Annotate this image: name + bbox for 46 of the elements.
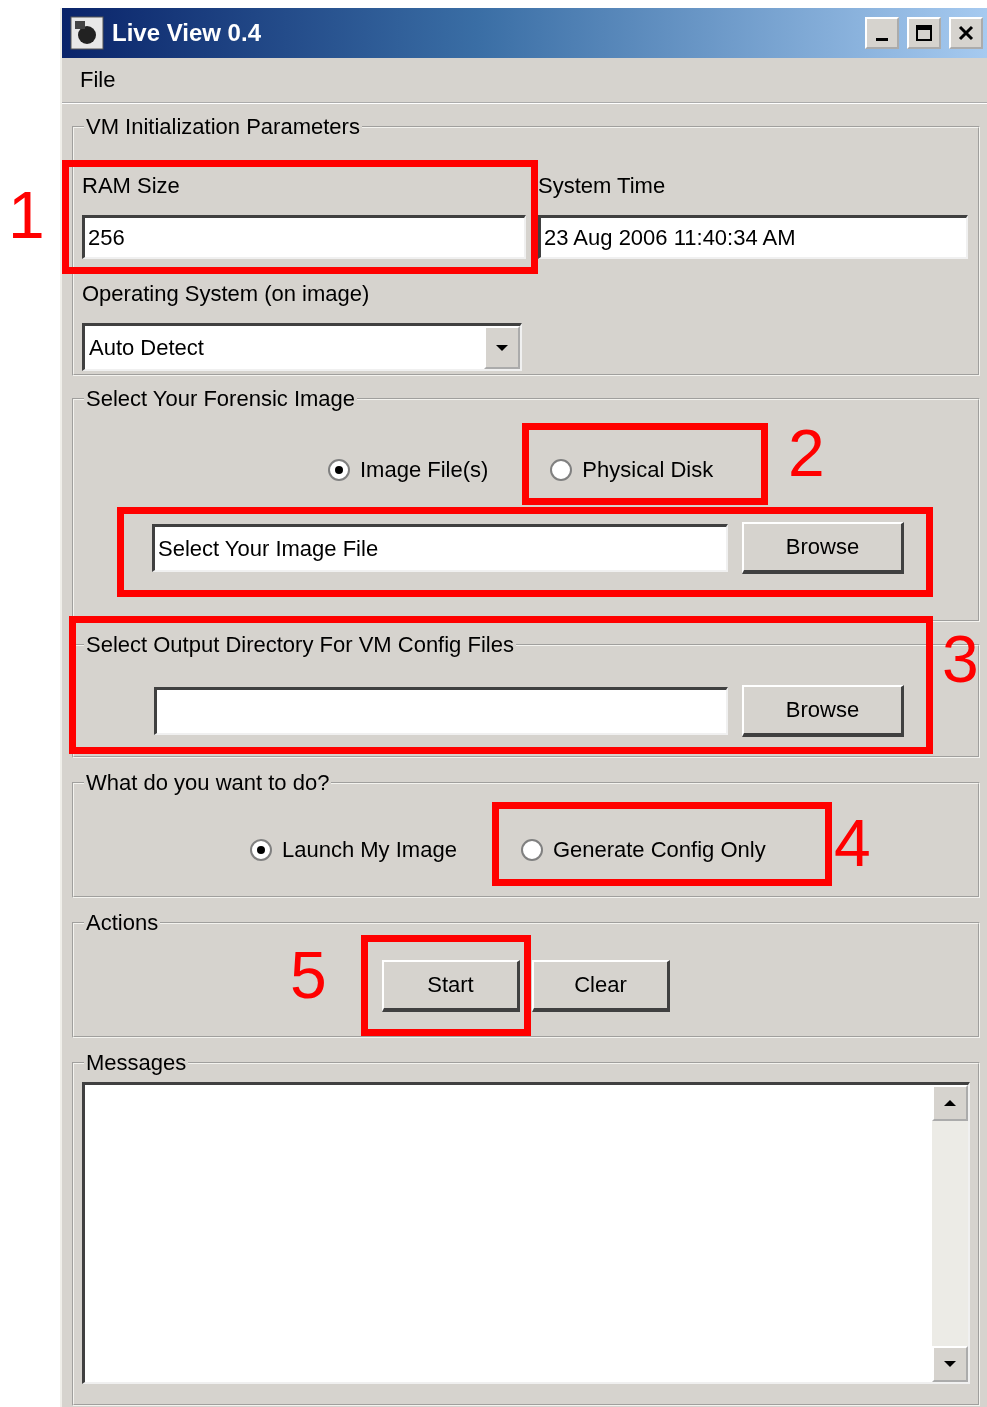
up-arrow-icon	[944, 1099, 956, 1107]
action-button[interactable]: Clear	[532, 960, 670, 1012]
scrollbar[interactable]	[932, 1085, 968, 1382]
radio-option[interactable]: Image File(s)	[328, 457, 489, 483]
app-icon	[70, 16, 104, 50]
maximize-icon	[915, 24, 933, 42]
radio-button[interactable]	[550, 459, 573, 481]
scroll-up-button[interactable]	[932, 1085, 968, 1121]
annotation-number: 3	[942, 626, 979, 692]
browse-button[interactable]: Browse	[742, 685, 904, 737]
minimize-button[interactable]	[865, 17, 899, 49]
group-title: What do you want to do?	[85, 770, 331, 796]
down-arrow-icon	[944, 1360, 956, 1368]
caret-icon	[496, 343, 508, 352]
field-label: System Time	[538, 173, 666, 199]
minimize-icon	[876, 37, 888, 41]
field-label: RAM Size	[82, 173, 180, 199]
close-button[interactable]	[949, 17, 983, 49]
action-button[interactable]: Start	[382, 960, 520, 1012]
radio-option[interactable]: Launch My Image	[250, 837, 457, 863]
maximize-button[interactable]	[907, 17, 941, 49]
group-title: Messages	[85, 1050, 188, 1076]
group-title: VM Initialization Parameters	[85, 114, 361, 140]
input-field[interactable]: Select Your Image File	[152, 524, 728, 572]
radio-button[interactable]	[520, 839, 543, 861]
group-title: Select Your Forensic Image	[85, 386, 357, 412]
input-field[interactable]: 256	[82, 215, 526, 259]
annotation-number: 2	[788, 420, 825, 486]
scroll-down-button[interactable]	[932, 1346, 968, 1382]
input-field[interactable]: 23 Aug 2006 11:40:34 AM	[538, 215, 968, 259]
field-label: Operating System (on image)	[82, 281, 370, 307]
close-icon	[957, 24, 975, 42]
radio-button[interactable]	[250, 839, 272, 861]
annotation-number: 1	[8, 182, 45, 248]
radio-option[interactable]: Generate Config Only	[520, 837, 766, 863]
annotation-number: 4	[834, 810, 871, 876]
dropdown[interactable]: Auto Detect	[82, 323, 522, 371]
input-field[interactable]	[154, 687, 728, 735]
radio-option[interactable]: Physical Disk	[550, 457, 714, 483]
menu-item[interactable]: File	[80, 67, 116, 93]
group-title: Actions	[85, 910, 160, 936]
group-title: Select Output Directory For VM Config Files	[85, 632, 515, 658]
window-title: Live View 0.4	[112, 19, 262, 47]
radio-button[interactable]	[328, 459, 350, 481]
annotation-number: 5	[290, 942, 327, 1008]
browse-button[interactable]: Browse	[742, 522, 904, 574]
